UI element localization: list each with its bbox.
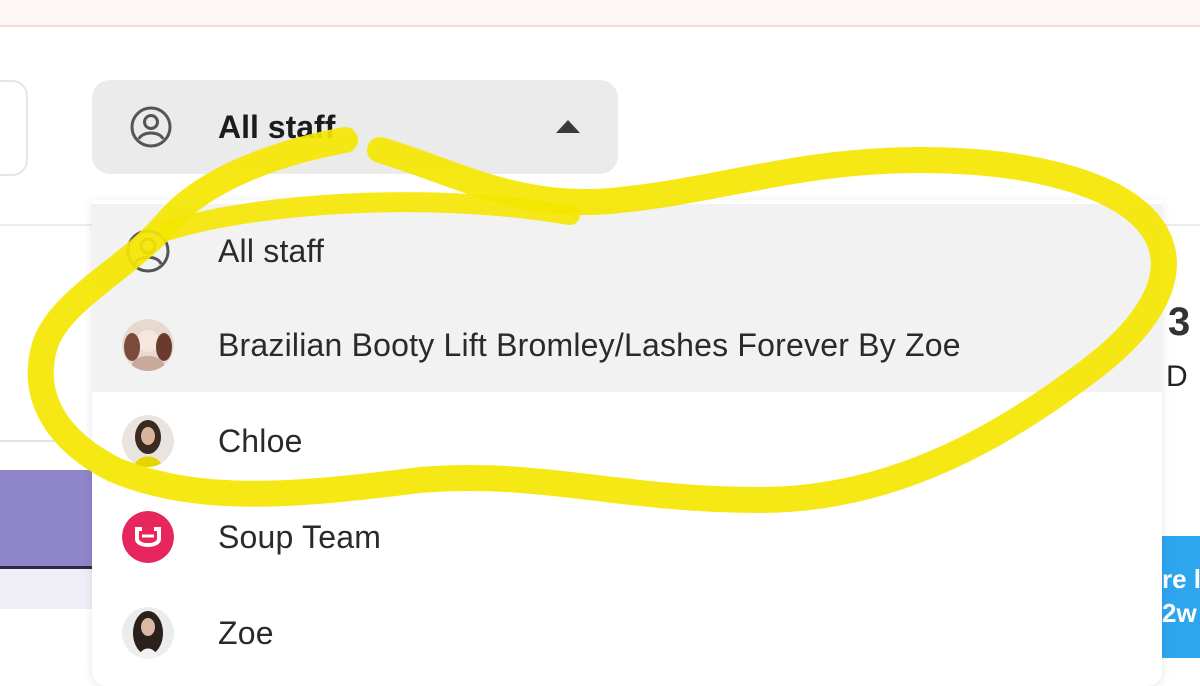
staff-option-label: All staff — [218, 232, 325, 269]
staff-option-label: Zoe — [218, 614, 274, 651]
promo-banner[interactable]: re l 2w — [1162, 536, 1200, 658]
caret-up-icon — [556, 120, 580, 133]
promo-text-line-2: 2w — [1162, 598, 1197, 628]
staff-option-all-staff[interactable]: All staff — [92, 204, 1162, 298]
promo-text-line-1: re l — [1162, 564, 1200, 594]
soup-logo-icon — [122, 511, 174, 563]
staff-option-zoe[interactable]: Zoe — [92, 586, 1162, 680]
staff-option-label: Soup Team — [218, 518, 382, 555]
staff-option-chloe[interactable]: Chloe — [92, 394, 1162, 488]
row-divider — [0, 440, 100, 442]
calendar-cell — [0, 569, 100, 609]
top-banner — [0, 0, 1200, 27]
staff-option-soup-team[interactable]: Soup Team — [92, 490, 1162, 584]
staff-avatar — [122, 607, 174, 659]
staff-filter-select[interactable]: All staff — [92, 80, 618, 174]
staff-filter-selected-label: All staff — [218, 108, 336, 145]
person-circle-icon — [128, 104, 174, 150]
calendar-appointment-block[interactable] — [0, 470, 100, 569]
partial-input-field[interactable] — [0, 80, 28, 176]
screen: 3 D re l 2w All staff All staff Brazilia… — [0, 0, 1200, 686]
person-circle-icon — [122, 225, 174, 277]
staff-dropdown-menu: All staff Brazilian Booty Lift Bromley/L… — [92, 200, 1162, 686]
staff-option-label: Brazilian Booty Lift Bromley/Lashes Fore… — [218, 326, 961, 363]
staff-avatar — [122, 319, 174, 371]
partial-header-number: 3 — [1168, 300, 1191, 344]
staff-avatar — [122, 415, 174, 467]
staff-option-brazilian-booty-lift[interactable]: Brazilian Booty Lift Bromley/Lashes Fore… — [92, 298, 1162, 392]
partial-header-day: D — [1166, 360, 1188, 393]
staff-option-label: Chloe — [218, 422, 303, 459]
